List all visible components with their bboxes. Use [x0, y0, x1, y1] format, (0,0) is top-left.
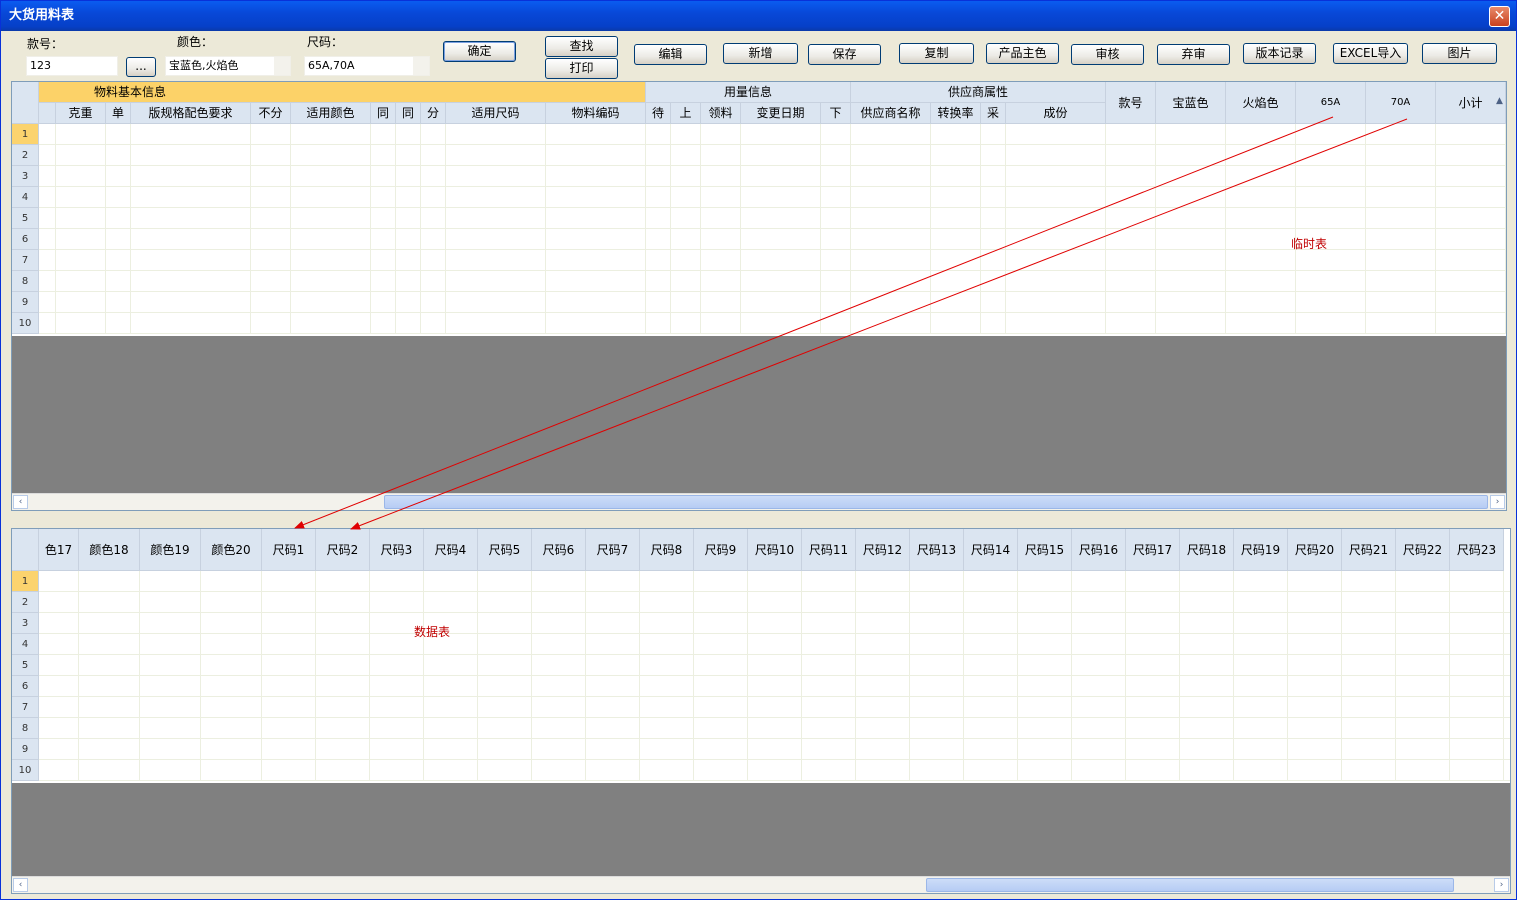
main-window: 大货用料表 ✕ 款号： 123 ... 颜色： 宝蓝色,火焰色 尺码： 65A,…	[0, 0, 1517, 900]
arrow-65a-to-size1	[294, 116, 1334, 529]
arrow-70a-to-size2	[350, 118, 1408, 530]
annotation-arrows	[294, 116, 1408, 530]
